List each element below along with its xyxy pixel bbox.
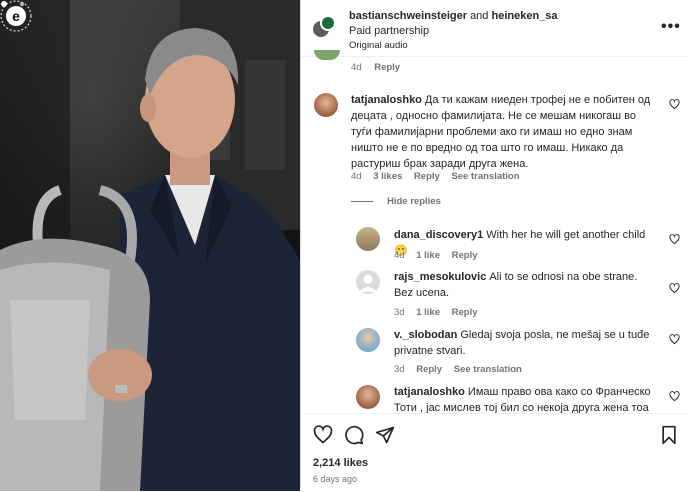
- hide-replies-button[interactable]: Hide replies: [351, 196, 441, 207]
- post-media[interactable]: e: [0, 0, 300, 491]
- author-1[interactable]: bastianschweinsteiger: [349, 10, 467, 22]
- reply-time[interactable]: 3d: [394, 364, 405, 375]
- reply-button[interactable]: Reply: [414, 171, 440, 182]
- reply-text: v._slobodan Gledaj svoja posla, ne mešaj …: [394, 327, 656, 359]
- reply-username[interactable]: rajs_mesokulovic: [394, 271, 486, 283]
- reply-meta: 4d 1 like Reply: [394, 250, 487, 261]
- avatar[interactable]: [314, 93, 338, 117]
- post-photo: [0, 0, 300, 491]
- bookmark-icon[interactable]: [659, 425, 679, 445]
- reply-meta: 3d 1 like Reply: [394, 307, 487, 318]
- reply-button[interactable]: Reply: [416, 364, 442, 375]
- comment-time[interactable]: 4d: [351, 171, 362, 182]
- avatar[interactable]: [356, 270, 380, 294]
- likes-count[interactable]: 2,214 likes: [313, 457, 368, 469]
- heart-icon[interactable]: [669, 283, 680, 294]
- comment-meta: 4d 3 likes Reply See translation: [351, 171, 529, 182]
- reply-likes[interactable]: 1 like: [416, 250, 440, 261]
- heart-icon[interactable]: [669, 234, 680, 245]
- heart-icon[interactable]: [669, 391, 680, 402]
- avatar[interactable]: [356, 385, 380, 409]
- reply-meta: 3d Reply See translation: [394, 364, 531, 375]
- reply-text: tatjanaloshko Имаш право ова како со Фран…: [394, 384, 656, 413]
- comment-meta: 4d Reply: [351, 62, 400, 73]
- reply-username[interactable]: dana_discovery1: [394, 229, 483, 241]
- heart-icon[interactable]: [669, 334, 680, 345]
- post-time: 6 days ago: [313, 474, 358, 484]
- default-avatar-icon: [359, 274, 377, 292]
- hide-replies-label: Hide replies: [387, 196, 441, 207]
- avatar[interactable]: [356, 328, 380, 352]
- reply-username[interactable]: tatjanaloshko: [394, 386, 465, 398]
- comment-username[interactable]: tatjanaloshko: [351, 94, 422, 106]
- svg-text:e: e: [12, 8, 20, 24]
- comment-text: tatjanaloshko Да ти кажам ниеден трофеј н…: [351, 92, 651, 172]
- post-authors[interactable]: bastianschweinsteiger and heineken_sa: [349, 10, 558, 22]
- reply-time[interactable]: 3d: [394, 307, 405, 318]
- reply-button[interactable]: Reply: [374, 62, 400, 73]
- paid-partnership-label[interactable]: Paid partnership: [349, 25, 429, 37]
- post-header: bastianschweinsteiger and heineken_sa Pa…: [301, 0, 688, 57]
- reply-button[interactable]: Reply: [452, 307, 478, 318]
- avatar[interactable]: [314, 50, 340, 60]
- avatar-heineken[interactable]: [320, 15, 336, 31]
- carousel-indicator: [1, 1, 24, 7]
- comment-likes[interactable]: 3 likes: [373, 171, 402, 182]
- reply-likes[interactable]: 1 like: [416, 307, 440, 318]
- post-actions: 2,214 likes 6 days ago: [301, 413, 688, 492]
- send-icon[interactable]: [375, 425, 395, 445]
- heart-icon[interactable]: [313, 425, 333, 445]
- see-translation-button[interactable]: See translation: [454, 364, 522, 375]
- reply-text: rajs_mesokulovic Ali to se odnosi na obe …: [394, 269, 656, 301]
- reply-button[interactable]: Reply: [452, 250, 478, 261]
- more-horizontal-icon[interactable]: •••: [661, 18, 681, 36]
- author-join: and: [470, 10, 489, 22]
- author-2[interactable]: heineken_sa: [491, 10, 557, 22]
- audio-label[interactable]: Original audio: [349, 40, 408, 51]
- see-translation-button[interactable]: See translation: [451, 171, 519, 182]
- reply-username[interactable]: v._slobodan: [394, 329, 457, 341]
- avatar[interactable]: [356, 227, 380, 251]
- comments-panel: bastianschweinsteiger and heineken_sa Pa…: [300, 0, 688, 492]
- comment-icon[interactable]: [344, 425, 364, 445]
- reply-time[interactable]: 4d: [394, 250, 405, 261]
- heart-icon[interactable]: [669, 99, 680, 110]
- comment-time[interactable]: 4d: [351, 62, 362, 73]
